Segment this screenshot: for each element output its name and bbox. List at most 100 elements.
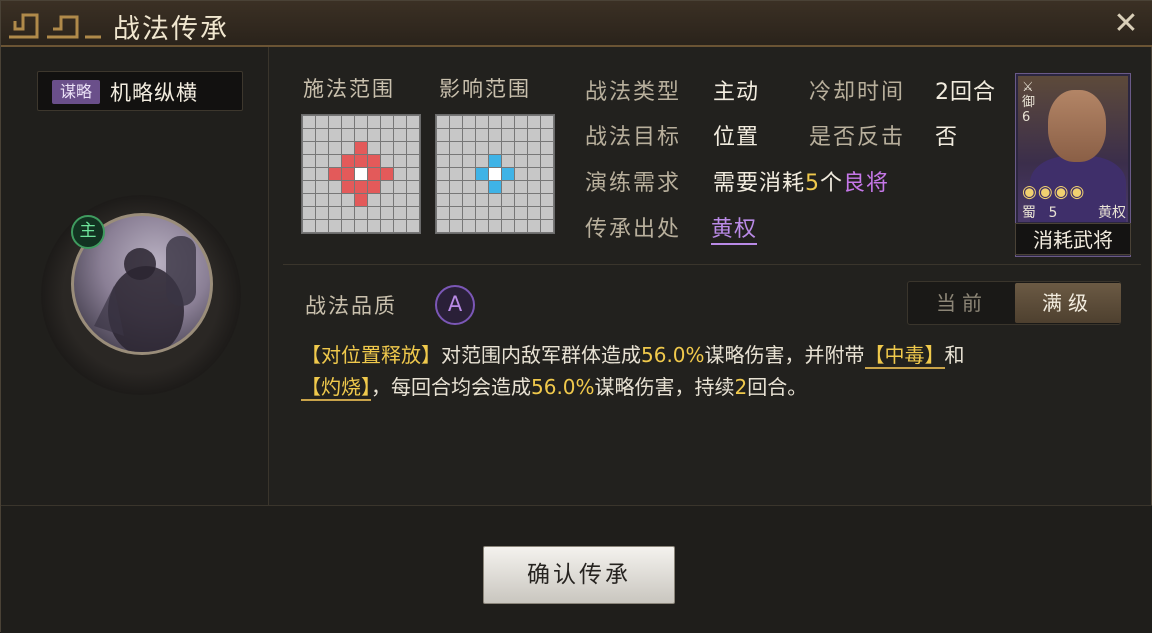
grid-cell <box>541 155 553 167</box>
grid-cell <box>437 168 449 180</box>
grid-cell <box>489 142 501 154</box>
grid-cell <box>515 116 527 128</box>
grid-cell <box>329 116 341 128</box>
tab-max-level[interactable]: 满级 <box>1015 283 1121 323</box>
grid-cell <box>515 194 527 206</box>
general-faction: 蜀 <box>1022 205 1036 221</box>
grid-cell <box>368 168 380 180</box>
grid-cell <box>368 116 380 128</box>
quality-label: 战法品质 <box>305 294 397 318</box>
grid-cell <box>489 194 501 206</box>
status-poison-link[interactable]: 【中毒】 <box>864 343 945 369</box>
grid-cell <box>342 207 354 219</box>
effect-range-label: 影响范围 <box>439 77 531 101</box>
grid-cell <box>502 220 514 232</box>
skill-target-value: 位置 <box>713 125 760 150</box>
grid-cell <box>450 207 462 219</box>
grid-cell <box>342 142 354 154</box>
grid-cell <box>407 116 419 128</box>
general-level: 5 <box>1048 205 1058 221</box>
grid-cell <box>437 207 449 219</box>
grid-cell <box>463 194 475 206</box>
title-ornament-icon <box>9 13 101 39</box>
grid-cell <box>381 155 393 167</box>
grid-cell <box>437 194 449 206</box>
requirement-label: 演练需求 <box>585 171 682 196</box>
grid-cell <box>342 129 354 141</box>
grid-cell <box>463 116 475 128</box>
grid-cell <box>515 207 527 219</box>
skill-name-tag: 谋略 机略纵横 <box>37 71 243 111</box>
grid-cell <box>368 194 380 206</box>
grid-cell <box>476 168 488 180</box>
cast-range-label: 施法范围 <box>303 77 395 101</box>
grid-cell <box>342 116 354 128</box>
status-burn-link[interactable]: 【灼烧】 <box>301 375 371 401</box>
grid-cell <box>329 129 341 141</box>
requirement-value: 需要消耗5个良将 <box>713 171 890 196</box>
grid-cell <box>394 129 406 141</box>
unit-type-icon: ⚔ <box>1022 80 1034 95</box>
grid-cell <box>515 129 527 141</box>
general-stars: ◉◉◉◉ <box>1022 182 1086 202</box>
grid-cell <box>437 142 449 154</box>
grid-cell <box>381 181 393 193</box>
grid-cell <box>394 207 406 219</box>
grid-cell <box>450 181 462 193</box>
cooldown-label: 冷却时间 <box>809 80 906 105</box>
grid-cell <box>355 129 367 141</box>
grid-cell <box>355 220 367 232</box>
confirm-inherit-button[interactable]: 确认传承 <box>483 546 675 604</box>
grid-cell <box>329 207 341 219</box>
grid-cell <box>342 194 354 206</box>
grid-cell <box>355 116 367 128</box>
skill-inherit-dialog: 战法传承 ✕ 谋略 机略纵横 主 施法范围 影响范围 战法类型 主动 冷却时间 … <box>0 0 1152 633</box>
grid-cell <box>437 220 449 232</box>
grid-cell <box>437 155 449 167</box>
grid-cell <box>489 220 501 232</box>
grid-cell <box>515 155 527 167</box>
grid-cell <box>437 129 449 141</box>
grid-cell <box>528 116 540 128</box>
grid-cell <box>489 129 501 141</box>
source-general-link[interactable]: 黄权 <box>711 211 758 245</box>
grid-cell <box>368 220 380 232</box>
grid-cell <box>329 142 341 154</box>
grid-cell <box>463 220 475 232</box>
grid-cell <box>476 116 488 128</box>
grid-cell <box>329 181 341 193</box>
grid-cell <box>528 129 540 141</box>
grid-cell <box>541 142 553 154</box>
tab-current[interactable]: 当前 <box>909 283 1015 323</box>
grid-cell <box>303 129 315 141</box>
grid-cell <box>394 181 406 193</box>
grid-cell <box>342 181 354 193</box>
grid-cell <box>381 194 393 206</box>
grid-cell <box>528 194 540 206</box>
grid-cell <box>476 155 488 167</box>
grid-cell <box>407 155 419 167</box>
grid-cell <box>381 168 393 180</box>
grid-cell <box>368 129 380 141</box>
close-icon[interactable]: ✕ <box>1109 7 1143 41</box>
grid-cell <box>476 129 488 141</box>
consume-general-caption: 消耗武将 <box>1015 223 1131 255</box>
grid-cell <box>355 168 367 180</box>
grid-cell <box>476 194 488 206</box>
grid-cell <box>502 155 514 167</box>
grid-cell <box>407 220 419 232</box>
skill-type-label: 战法类型 <box>585 80 682 105</box>
grid-cell <box>329 155 341 167</box>
grid-cell <box>407 142 419 154</box>
grid-cell <box>394 220 406 232</box>
grid-cell <box>355 155 367 167</box>
grid-cell <box>394 155 406 167</box>
grid-cell <box>450 142 462 154</box>
grid-cell <box>355 142 367 154</box>
grid-cell <box>463 168 475 180</box>
counter-label: 是否反击 <box>809 125 906 150</box>
grid-cell <box>502 194 514 206</box>
grid-cell <box>355 194 367 206</box>
grid-cell <box>355 207 367 219</box>
grid-cell <box>316 116 328 128</box>
